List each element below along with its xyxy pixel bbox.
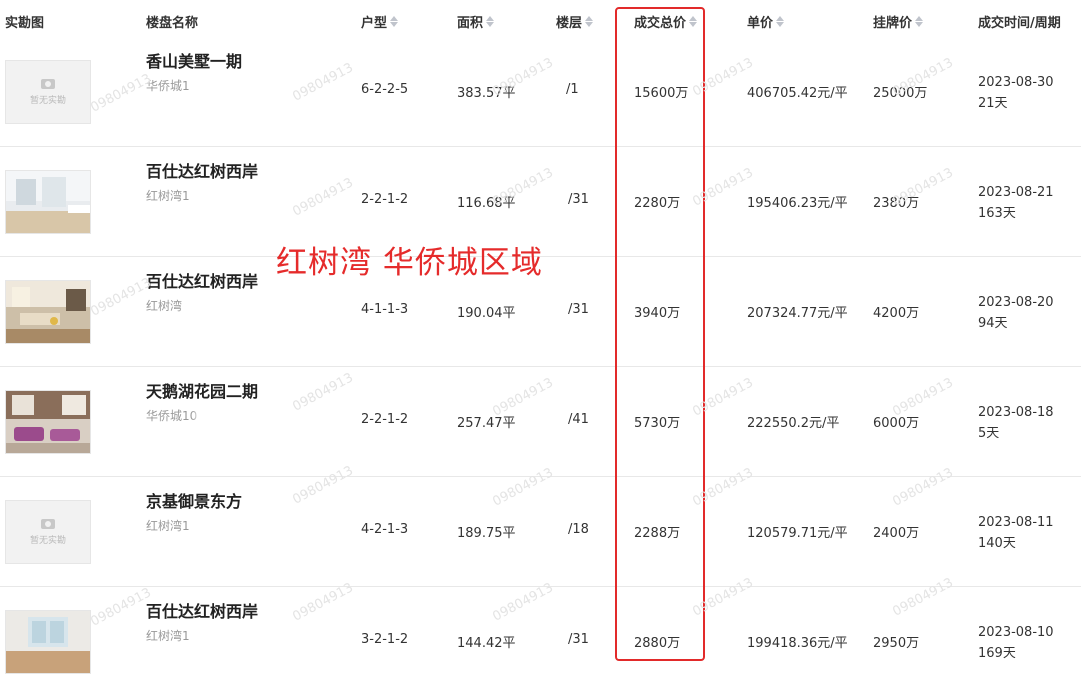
deal-time-cell: 2023-08-21 163天 [978,185,1054,221]
total-price-cell: 2880万 [634,636,681,651]
listing-photo[interactable] [5,280,91,344]
table-row[interactable]: 百仕达红树西岸 红树湾1 3-2-1-2 144.42平 /31 2880万 1… [0,587,1081,697]
listing-name[interactable]: 百仕达红树西岸 [146,158,258,182]
header-layout[interactable]: 户型 [361,12,399,31]
layout-cell: 4-1-1-3 [361,302,409,317]
layout-cell: 4-2-1-3 [361,522,409,537]
listing-district: 红树湾 [146,299,183,313]
no-photo-thumbnail[interactable]: 暂无实勘 [5,500,91,564]
redaction-blur [196,626,288,644]
table-header: 实勘图 楼盘名称 户型 面积 楼层 成交总价 单价 挂牌价 成交时间/周期 [0,0,1081,40]
area-cell: 189.75平 [457,526,516,541]
area-cell: 383.57平 [457,86,516,101]
header-area[interactable]: 面积 [457,12,495,31]
floor-cell: /18 [568,522,589,537]
total-price-cell: 5730万 [634,416,681,431]
unit-price-cell: 222550.2元/平 [747,416,840,431]
listing-district: 红树湾1 [146,189,190,203]
area-cell: 144.42平 [457,636,516,651]
area-cell: 190.04平 [457,306,516,321]
redaction-blur [550,411,568,429]
table-row[interactable]: 暂无实勘 香山美墅一期 华侨城1 6-2-2-5 383.57平 /1 1560… [0,37,1081,147]
list-price-cell: 25000万 [873,86,928,101]
table-row[interactable]: 暂无实勘 京基御景东方 红树湾1 4-2-1-3 189.75平 /18 228… [0,477,1081,587]
list-price-cell: 2400万 [873,526,920,541]
floor-cell: /1 [566,82,579,97]
area-cell: 257.47平 [457,416,516,431]
listing-photo[interactable] [5,390,91,454]
total-price-cell: 15600万 [634,86,689,101]
listing-name[interactable]: 香山美墅一期 [146,48,242,72]
list-price-cell: 4200万 [873,306,920,321]
sort-icon[interactable] [689,16,698,27]
header-list-price[interactable]: 挂牌价 [873,12,924,31]
redaction-blur [196,76,288,94]
redaction-blur [186,296,278,314]
unit-price-cell: 199418.36元/平 [747,636,848,651]
unit-price-cell: 195406.23元/平 [747,196,848,211]
camera-icon [41,518,55,529]
redaction-blur [550,631,568,649]
area-cell: 116.68平 [457,196,516,211]
listing-photo[interactable] [5,170,91,234]
floor-cell: /41 [568,412,589,427]
sort-icon[interactable] [390,16,399,27]
floor-cell: /31 [568,192,589,207]
listing-name[interactable]: 天鹅湖花园二期 [146,378,258,402]
layout-cell: 2-2-1-2 [361,412,409,427]
deal-time-cell: 2023-08-20 94天 [978,295,1054,331]
list-price-cell: 2380万 [873,196,920,211]
listing-district: 红树湾1 [146,519,190,533]
camera-icon [41,78,55,89]
listing-name[interactable]: 京基御景东方 [146,488,242,512]
header-deal-time: 成交时间/周期 [978,16,1061,31]
sort-icon[interactable] [486,16,495,27]
header-total-price[interactable]: 成交总价 [634,12,698,31]
unit-price-cell: 120579.71元/平 [747,526,848,541]
sort-icon[interactable] [585,16,594,27]
deal-time-cell: 2023-08-11 140天 [978,515,1054,551]
listing-photo[interactable] [5,610,91,674]
unit-price-cell: 406705.42元/平 [747,86,848,101]
table-row[interactable]: 天鹅湖花园二期 华侨城10 2-2-1-2 257.47平 /41 5730万 … [0,367,1081,477]
sort-icon[interactable] [915,16,924,27]
header-name: 楼盘名称 [146,16,199,31]
floor-cell: /31 [568,632,589,647]
header-unit-price[interactable]: 单价 [747,12,785,31]
redaction-blur [550,521,568,539]
placeholder-label: 暂无实勘 [29,95,66,106]
placeholder-label: 暂无实勘 [29,535,66,546]
listing-name[interactable]: 百仕达红树西岸 [146,268,258,292]
redaction-blur [550,191,568,209]
floor-cell: /31 [568,302,589,317]
header-photo: 实勘图 [5,16,45,31]
listing-name[interactable]: 百仕达红树西岸 [146,598,258,622]
redaction-blur [196,406,288,424]
redaction-blur [550,301,568,319]
layout-cell: 2-2-1-2 [361,192,409,207]
region-annotation: 红树湾 华侨城区域 [276,245,543,281]
list-price-cell: 2950万 [873,636,920,651]
listing-district: 红树湾1 [146,629,190,643]
header-floor[interactable]: 楼层 [556,12,594,31]
unit-price-cell: 207324.77元/平 [747,306,848,321]
layout-cell: 6-2-2-5 [361,82,409,97]
list-price-cell: 6000万 [873,416,920,431]
deal-time-cell: 2023-08-18 5天 [978,405,1054,441]
deal-time-cell: 2023-08-30 21天 [978,75,1054,111]
sort-icon[interactable] [776,16,785,27]
total-price-cell: 3940万 [634,306,681,321]
deal-time-cell: 2023-08-10 169天 [978,625,1054,661]
listing-district: 华侨城10 [146,409,198,423]
listing-district: 华侨城1 [146,79,190,93]
layout-cell: 3-2-1-2 [361,632,409,647]
redaction-blur [196,186,288,204]
total-price-cell: 2280万 [634,196,681,211]
redaction-blur [196,516,288,534]
no-photo-thumbnail[interactable]: 暂无实勘 [5,60,91,124]
total-price-cell: 2288万 [634,526,681,541]
